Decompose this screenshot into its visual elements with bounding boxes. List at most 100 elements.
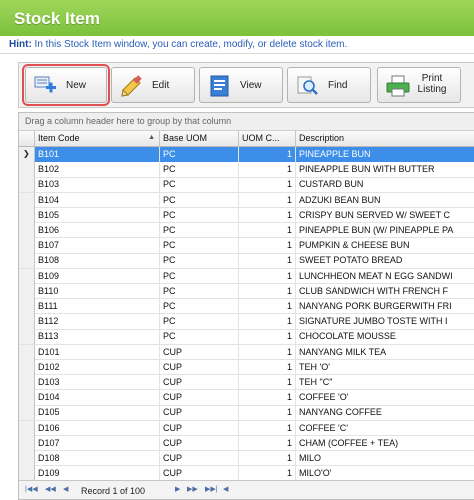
record-counter: Record 1 of 100 (81, 486, 146, 496)
description-cell: NANYANG PORK BURGERWITH FRI (296, 299, 474, 314)
item-code-cell: D106 (35, 420, 160, 436)
row-indicator[interactable] (19, 451, 35, 466)
table-row[interactable]: D107 CUP 1 CHAM (COFFEE + TEA) (19, 435, 474, 452)
uom-count-cell: 1 (239, 435, 296, 451)
print-listing-button[interactable]: Print Listing (377, 67, 461, 103)
base-uom-cell: PC (160, 329, 239, 345)
uom-count-cell: 1 (239, 147, 296, 162)
prev-record-icon[interactable]: ◀ (63, 485, 68, 493)
table-row[interactable]: B103 PC 1 CUSTARD BUN (19, 177, 474, 193)
row-indicator[interactable] (19, 192, 35, 208)
find-button[interactable]: Find (287, 67, 371, 103)
item-code-cell: D108 (35, 451, 160, 466)
uom-count-cell: 1 (239, 451, 296, 466)
print-listing-label: Print Listing (414, 73, 450, 95)
dropdown-icon[interactable]: ◀ (223, 485, 228, 493)
base-uom-cell: CUP (160, 359, 239, 375)
base-uom-cell: PC (160, 268, 239, 284)
column-header-uom-count[interactable]: UOM C... (239, 131, 296, 147)
row-indicator[interactable] (19, 359, 35, 375)
item-code-cell: D103 (35, 375, 160, 390)
row-indicator[interactable] (19, 420, 35, 436)
table-row[interactable]: B113 PC 1 CHOCOLATE MOUSSE (19, 329, 474, 345)
next-record-icon[interactable]: ▶ (175, 485, 180, 493)
column-header-base-uom[interactable]: Base UOM (160, 131, 239, 147)
item-code-cell: D105 (35, 405, 160, 421)
uom-count-cell: 1 (239, 207, 296, 223)
row-indicator[interactable] (19, 253, 35, 269)
row-indicator[interactable] (19, 268, 35, 284)
table-row[interactable]: D102 CUP 1 TEH 'O' (19, 359, 474, 376)
row-indicator[interactable] (19, 223, 35, 238)
new-button-label: New (66, 80, 87, 91)
current-row-indicator-icon[interactable]: ❯ (19, 147, 35, 162)
row-indicator[interactable] (19, 314, 35, 330)
table-row[interactable]: ❯ B101 PC 1 PINEAPPLE BUN (19, 147, 474, 163)
base-uom-cell: PC (160, 299, 239, 314)
table-row[interactable]: B110 PC 1 CLUB SANDWICH WITH FRENCH F (19, 283, 474, 300)
table-row[interactable]: B106 PC 1 PINEAPPLE BUN (W/ PINEAPPLE PA (19, 223, 474, 239)
item-code-cell: B112 (35, 314, 160, 330)
item-code-cell: B110 (35, 283, 160, 299)
base-uom-cell: PC (160, 147, 239, 162)
description-cell: CRISPY BUN SERVED W/ SWEET C (296, 208, 474, 223)
row-indicator[interactable] (19, 375, 35, 390)
table-row[interactable]: B105 PC 1 CRISPY BUN SERVED W/ SWEET C (19, 207, 474, 224)
description-cell: PINEAPPLE BUN (W/ PINEAPPLE PA (296, 223, 474, 238)
table-row[interactable]: D108 CUP 1 MILO (19, 451, 474, 467)
print-label-line2: Listing (417, 84, 447, 95)
table-row[interactable]: B109 PC 1 LUNCHHEON MEAT N EGG SANDWI (19, 268, 474, 284)
uom-count-cell: 1 (239, 238, 296, 254)
row-indicator[interactable] (19, 299, 35, 314)
table-row[interactable]: D104 CUP 1 COFFEE 'O' (19, 390, 474, 406)
description-cell: CUSTARD BUN (296, 177, 474, 192)
uom-count-cell: 1 (239, 390, 296, 406)
uom-count-cell: 1 (239, 466, 296, 482)
column-header-description[interactable]: Description (296, 131, 474, 147)
group-by-panel[interactable]: Drag a column header here to group by th… (19, 113, 474, 131)
new-button[interactable]: New (22, 64, 110, 106)
edit-button-label: Edit (152, 80, 170, 91)
table-row[interactable]: B107 PC 1 PUMPKIN & CHEESE BUN (19, 238, 474, 254)
uom-count-cell: 1 (239, 299, 296, 314)
base-uom-cell: PC (160, 207, 239, 223)
table-row[interactable]: B112 PC 1 SIGNATURE JUMBO TOSTE WITH I (19, 314, 474, 330)
first-record-icon[interactable]: |◀◀ (25, 485, 38, 493)
row-indicator[interactable] (19, 207, 35, 223)
item-code-cell: B107 (35, 238, 160, 254)
uom-count-cell: 1 (239, 405, 296, 421)
row-indicator[interactable] (19, 238, 35, 254)
table-row[interactable]: B104 PC 1 ADZUKI BEAN BUN (19, 192, 474, 208)
row-indicator[interactable] (19, 466, 35, 482)
table-row[interactable]: D103 CUP 1 TEH "C" (19, 375, 474, 391)
table-row[interactable]: D105 CUP 1 NANYANG COFFEE (19, 405, 474, 421)
table-row[interactable]: D101 CUP 1 NANYANG MILK TEA (19, 344, 474, 360)
description-cell: PINEAPPLE BUN WITH BUTTER (296, 162, 474, 177)
row-indicator[interactable] (19, 390, 35, 406)
item-code-cell: B104 (35, 192, 160, 208)
row-indicator[interactable] (19, 405, 35, 421)
edit-button[interactable]: Edit (111, 67, 195, 103)
description-cell: SIGNATURE JUMBO TOSTE WITH I (296, 314, 474, 329)
sort-ascending-icon: ▲ (148, 134, 155, 141)
column-header-item-code[interactable]: Item Code ▲ (35, 131, 160, 147)
table-row[interactable]: B102 PC 1 PINEAPPLE BUN WITH BUTTER (19, 162, 474, 178)
row-indicator[interactable] (19, 177, 35, 193)
row-indicator[interactable] (19, 329, 35, 345)
uom-count-cell: 1 (239, 329, 296, 345)
description-cell: CLUB SANDWICH WITH FRENCH F (296, 284, 474, 299)
row-indicator[interactable] (19, 435, 35, 451)
description-cell: SWEET POTATO BREAD (296, 253, 474, 268)
row-indicator[interactable] (19, 344, 35, 360)
table-row[interactable]: B108 PC 1 SWEET POTATO BREAD (19, 253, 474, 269)
prev-page-icon[interactable]: ◀◀ (45, 485, 56, 493)
window-title: Stock Item (0, 0, 474, 36)
item-code-cell: B101 (35, 147, 160, 162)
table-row[interactable]: D106 CUP 1 COFFEE 'C' (19, 420, 474, 436)
row-indicator[interactable] (19, 162, 35, 178)
next-page-icon[interactable]: ▶▶ (187, 485, 198, 493)
row-indicator[interactable] (19, 283, 35, 299)
view-button[interactable]: View (199, 67, 283, 103)
table-row[interactable]: B111 PC 1 NANYANG PORK BURGERWITH FRI (19, 299, 474, 315)
last-record-icon[interactable]: ▶▶| (205, 485, 218, 493)
